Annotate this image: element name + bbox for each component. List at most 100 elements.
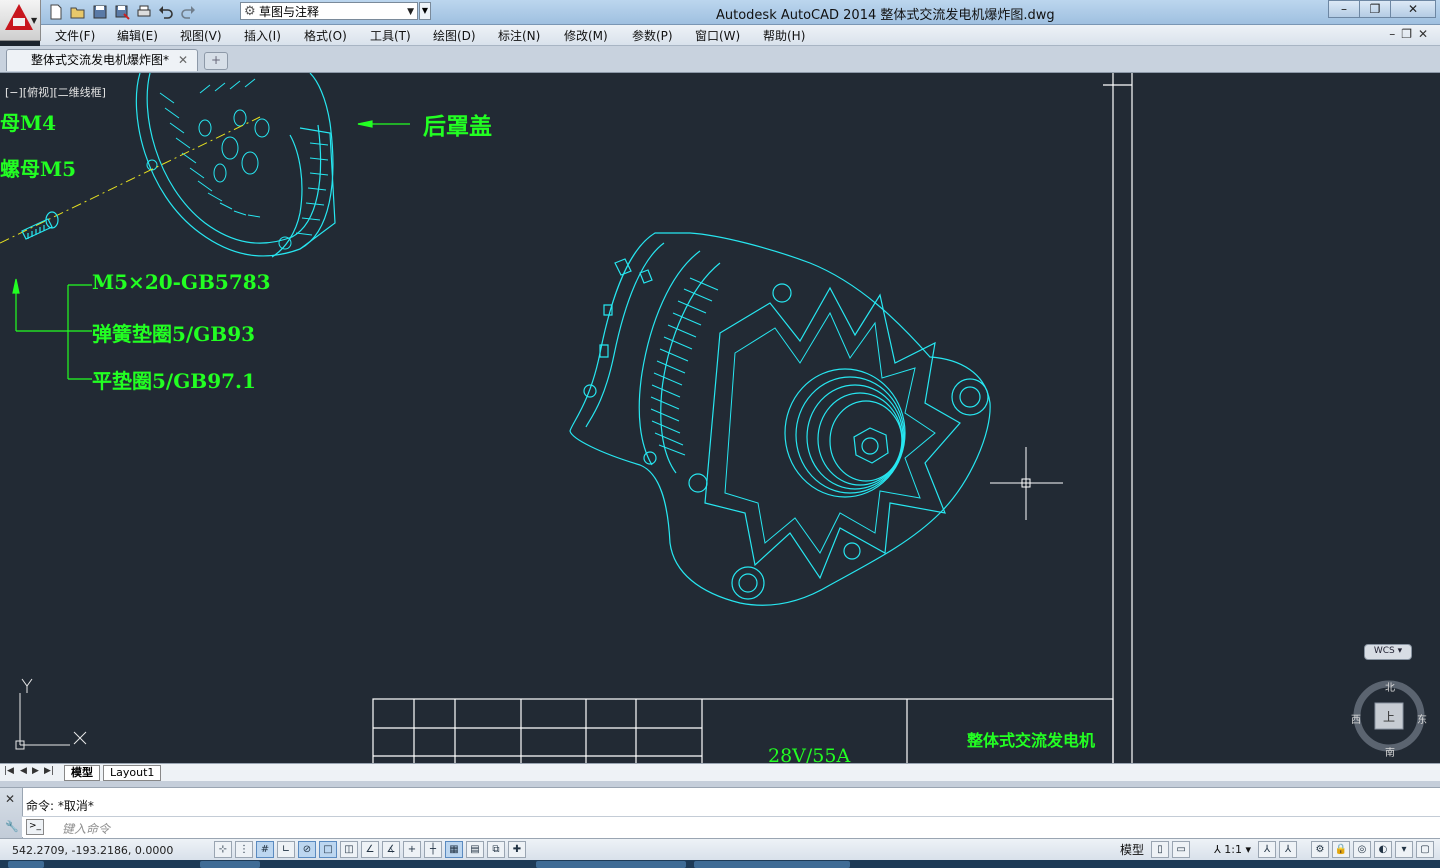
last-layout-icon[interactable]: ▶| — [44, 766, 54, 776]
selection-cycling-button[interactable]: ⧉ — [487, 841, 505, 858]
open-file-icon[interactable] — [70, 4, 86, 20]
command-placeholder: 键入命令 — [62, 822, 111, 836]
wrench-icon[interactable]: 🔧 — [5, 820, 19, 833]
isolate-objects-icon[interactable]: ◐ — [1374, 841, 1392, 858]
gear-icon: ⚙ — [244, 4, 256, 19]
menu-dimension[interactable]: 标注(N) — [498, 27, 540, 44]
taskbar-item[interactable] — [536, 861, 686, 868]
ortho-mode-button[interactable]: ∟ — [277, 841, 295, 858]
status-bar: 542.2709, -193.2186, 0.0000 ⊹ ⋮ # ∟ ⊘ □ … — [0, 838, 1440, 861]
menu-format[interactable]: 格式(O) — [304, 27, 347, 44]
plot-icon[interactable] — [136, 4, 152, 20]
infer-constraints-button[interactable]: ⊹ — [214, 841, 232, 858]
3d-object-snap-button[interactable]: ◫ — [340, 841, 358, 858]
taskbar-item[interactable] — [694, 861, 850, 868]
menu-modify[interactable]: 修改(M) — [564, 27, 608, 44]
title-block-rating: 28V/55A — [768, 745, 851, 763]
grid-display-button[interactable]: # — [256, 841, 274, 858]
annotation-visibility-button[interactable]: ⅄ — [1258, 841, 1276, 858]
menu-view[interactable]: 视图(V) — [180, 27, 222, 44]
next-layout-icon[interactable]: ▶ — [32, 766, 39, 776]
redo-icon[interactable] — [180, 4, 196, 20]
layout-tab-bar: |◀ ◀ ▶ ▶| 模型 Layout1 — [0, 763, 1440, 781]
tab-model[interactable]: 模型 — [64, 765, 100, 781]
quick-access-toolbar — [48, 3, 196, 21]
snap-mode-button[interactable]: ⋮ — [235, 841, 253, 858]
viewcube-top-face[interactable]: 上 — [1383, 708, 1395, 725]
quick-view-drawings-button[interactable]: ▭ — [1172, 841, 1191, 858]
viewcube-east[interactable]: 东 — [1417, 711, 1427, 726]
bolt-drawing — [21, 211, 59, 240]
new-file-icon[interactable] — [48, 4, 64, 20]
hardware-acceleration-icon[interactable]: ◎ — [1353, 841, 1371, 858]
close-button[interactable]: ✕ — [1390, 0, 1436, 18]
title-bar: ⚙ 草图与注释 ▼ ▼ Autodesk AutoCAD 2014 整体式交流发… — [0, 0, 1440, 25]
toolbar-lock-icon[interactable]: 🔒 — [1332, 841, 1350, 858]
drawing-area[interactable]: [−][俯视][二维线框] 母M4 螺母M5 后罩盖 M5×20-GB5783 … — [0, 73, 1440, 763]
chevron-down-icon: ▼ — [31, 16, 38, 25]
rear-cover-drawing — [135, 73, 336, 258]
quick-view-layouts-button[interactable]: ▯ — [1151, 841, 1170, 858]
auto-scale-button[interactable]: ⅄ — [1279, 841, 1297, 858]
object-snap-tracking-button[interactable]: ∠ — [361, 841, 379, 858]
title-block-name: 整体式交流发电机 — [967, 731, 1096, 750]
application-menu-button[interactable]: ▼ — [0, 0, 41, 41]
model-space-drawing — [0, 73, 1425, 763]
viewcube-west[interactable]: 西 — [1351, 711, 1361, 726]
minimize-button[interactable]: – — [1328, 0, 1360, 18]
transparency-button[interactable]: ▦ — [445, 841, 463, 858]
annotation-scale-select[interactable]: ⅄ 1:1 ▾ — [1210, 843, 1255, 856]
document-window-controls[interactable]: –❐✕ — [1389, 27, 1434, 41]
save-icon[interactable] — [92, 4, 108, 20]
menu-tools[interactable]: 工具(T) — [370, 27, 411, 44]
annotation-monitor-button[interactable]: ✚ — [508, 841, 526, 858]
quick-properties-button[interactable]: ▤ — [466, 841, 484, 858]
workspace-select[interactable]: ⚙ 草图与注释 ▼ — [240, 2, 418, 20]
menu-file[interactable]: 文件(F) — [55, 27, 95, 44]
file-tab[interactable]: 整体式交流发电机爆炸图* ✕ — [6, 49, 198, 71]
menu-draw[interactable]: 绘图(D) — [433, 27, 476, 44]
chevron-down-icon: ▼ — [407, 7, 414, 17]
menu-edit[interactable]: 编辑(E) — [117, 27, 158, 44]
first-layout-icon[interactable]: |◀ — [4, 766, 14, 776]
command-line-grip[interactable]: ✕ 🔧 — [0, 788, 23, 838]
dynamic-ucs-button[interactable]: ∡ — [382, 841, 400, 858]
model-space-button[interactable]: 模型 — [1116, 841, 1148, 858]
menu-insert[interactable]: 插入(I) — [244, 27, 281, 44]
viewport-controls-label[interactable]: [−][俯视][二维线框] — [5, 84, 106, 100]
menu-window[interactable]: 窗口(W) — [695, 27, 740, 44]
coordinate-display[interactable]: 542.2709, -193.2186, 0.0000 — [12, 844, 173, 857]
close-icon[interactable]: ✕ — [5, 792, 15, 806]
viewcube-south[interactable]: 南 — [1385, 744, 1395, 759]
taskbar-item[interactable] — [200, 861, 260, 868]
command-prompt-icon[interactable]: >_ — [26, 819, 44, 835]
qat-customize-button[interactable]: ▼ — [419, 2, 431, 20]
polar-tracking-button[interactable]: ⊘ — [298, 841, 316, 858]
annotation-rear-cover: 后罩盖 — [423, 113, 492, 140]
command-input[interactable]: >_ 键入命令 — [22, 816, 1440, 837]
command-history: 命令: *取消* — [26, 799, 94, 813]
new-tab-button[interactable]: + — [204, 52, 228, 70]
previous-layout-icon[interactable]: ◀ — [20, 766, 27, 776]
close-tab-icon[interactable]: ✕ — [178, 50, 188, 71]
lineweight-button[interactable]: ┼ — [424, 841, 442, 858]
start-button[interactable] — [8, 861, 44, 868]
workspace-switching-icon[interactable]: ⚙ — [1311, 841, 1329, 858]
clean-screen-icon[interactable]: ▢ — [1416, 841, 1434, 858]
alternator-drawing — [569, 232, 991, 606]
tab-layout1[interactable]: Layout1 — [103, 765, 162, 781]
object-snap-button[interactable]: □ — [319, 841, 337, 858]
maximize-button[interactable]: ❐ — [1359, 0, 1391, 18]
menu-parameters[interactable]: 参数(P) — [632, 27, 673, 44]
menu-help[interactable]: 帮助(H) — [763, 27, 805, 44]
command-line: ✕ 🔧 命令: *取消* >_ 键入命令 — [0, 787, 1440, 838]
annotation-nut-m5: 螺母M5 — [0, 157, 77, 181]
wcs-menu-button[interactable]: WCS ▾ — [1364, 644, 1412, 660]
viewcube-north[interactable]: 北 — [1385, 679, 1395, 694]
dynamic-input-button[interactable]: + — [403, 841, 421, 858]
autocad-logo-icon — [5, 4, 33, 30]
annotation-nut-m4: 母M4 — [0, 111, 57, 135]
save-as-icon[interactable] — [114, 4, 130, 20]
status-menu-icon[interactable]: ▾ — [1395, 841, 1413, 858]
undo-icon[interactable] — [158, 4, 174, 20]
